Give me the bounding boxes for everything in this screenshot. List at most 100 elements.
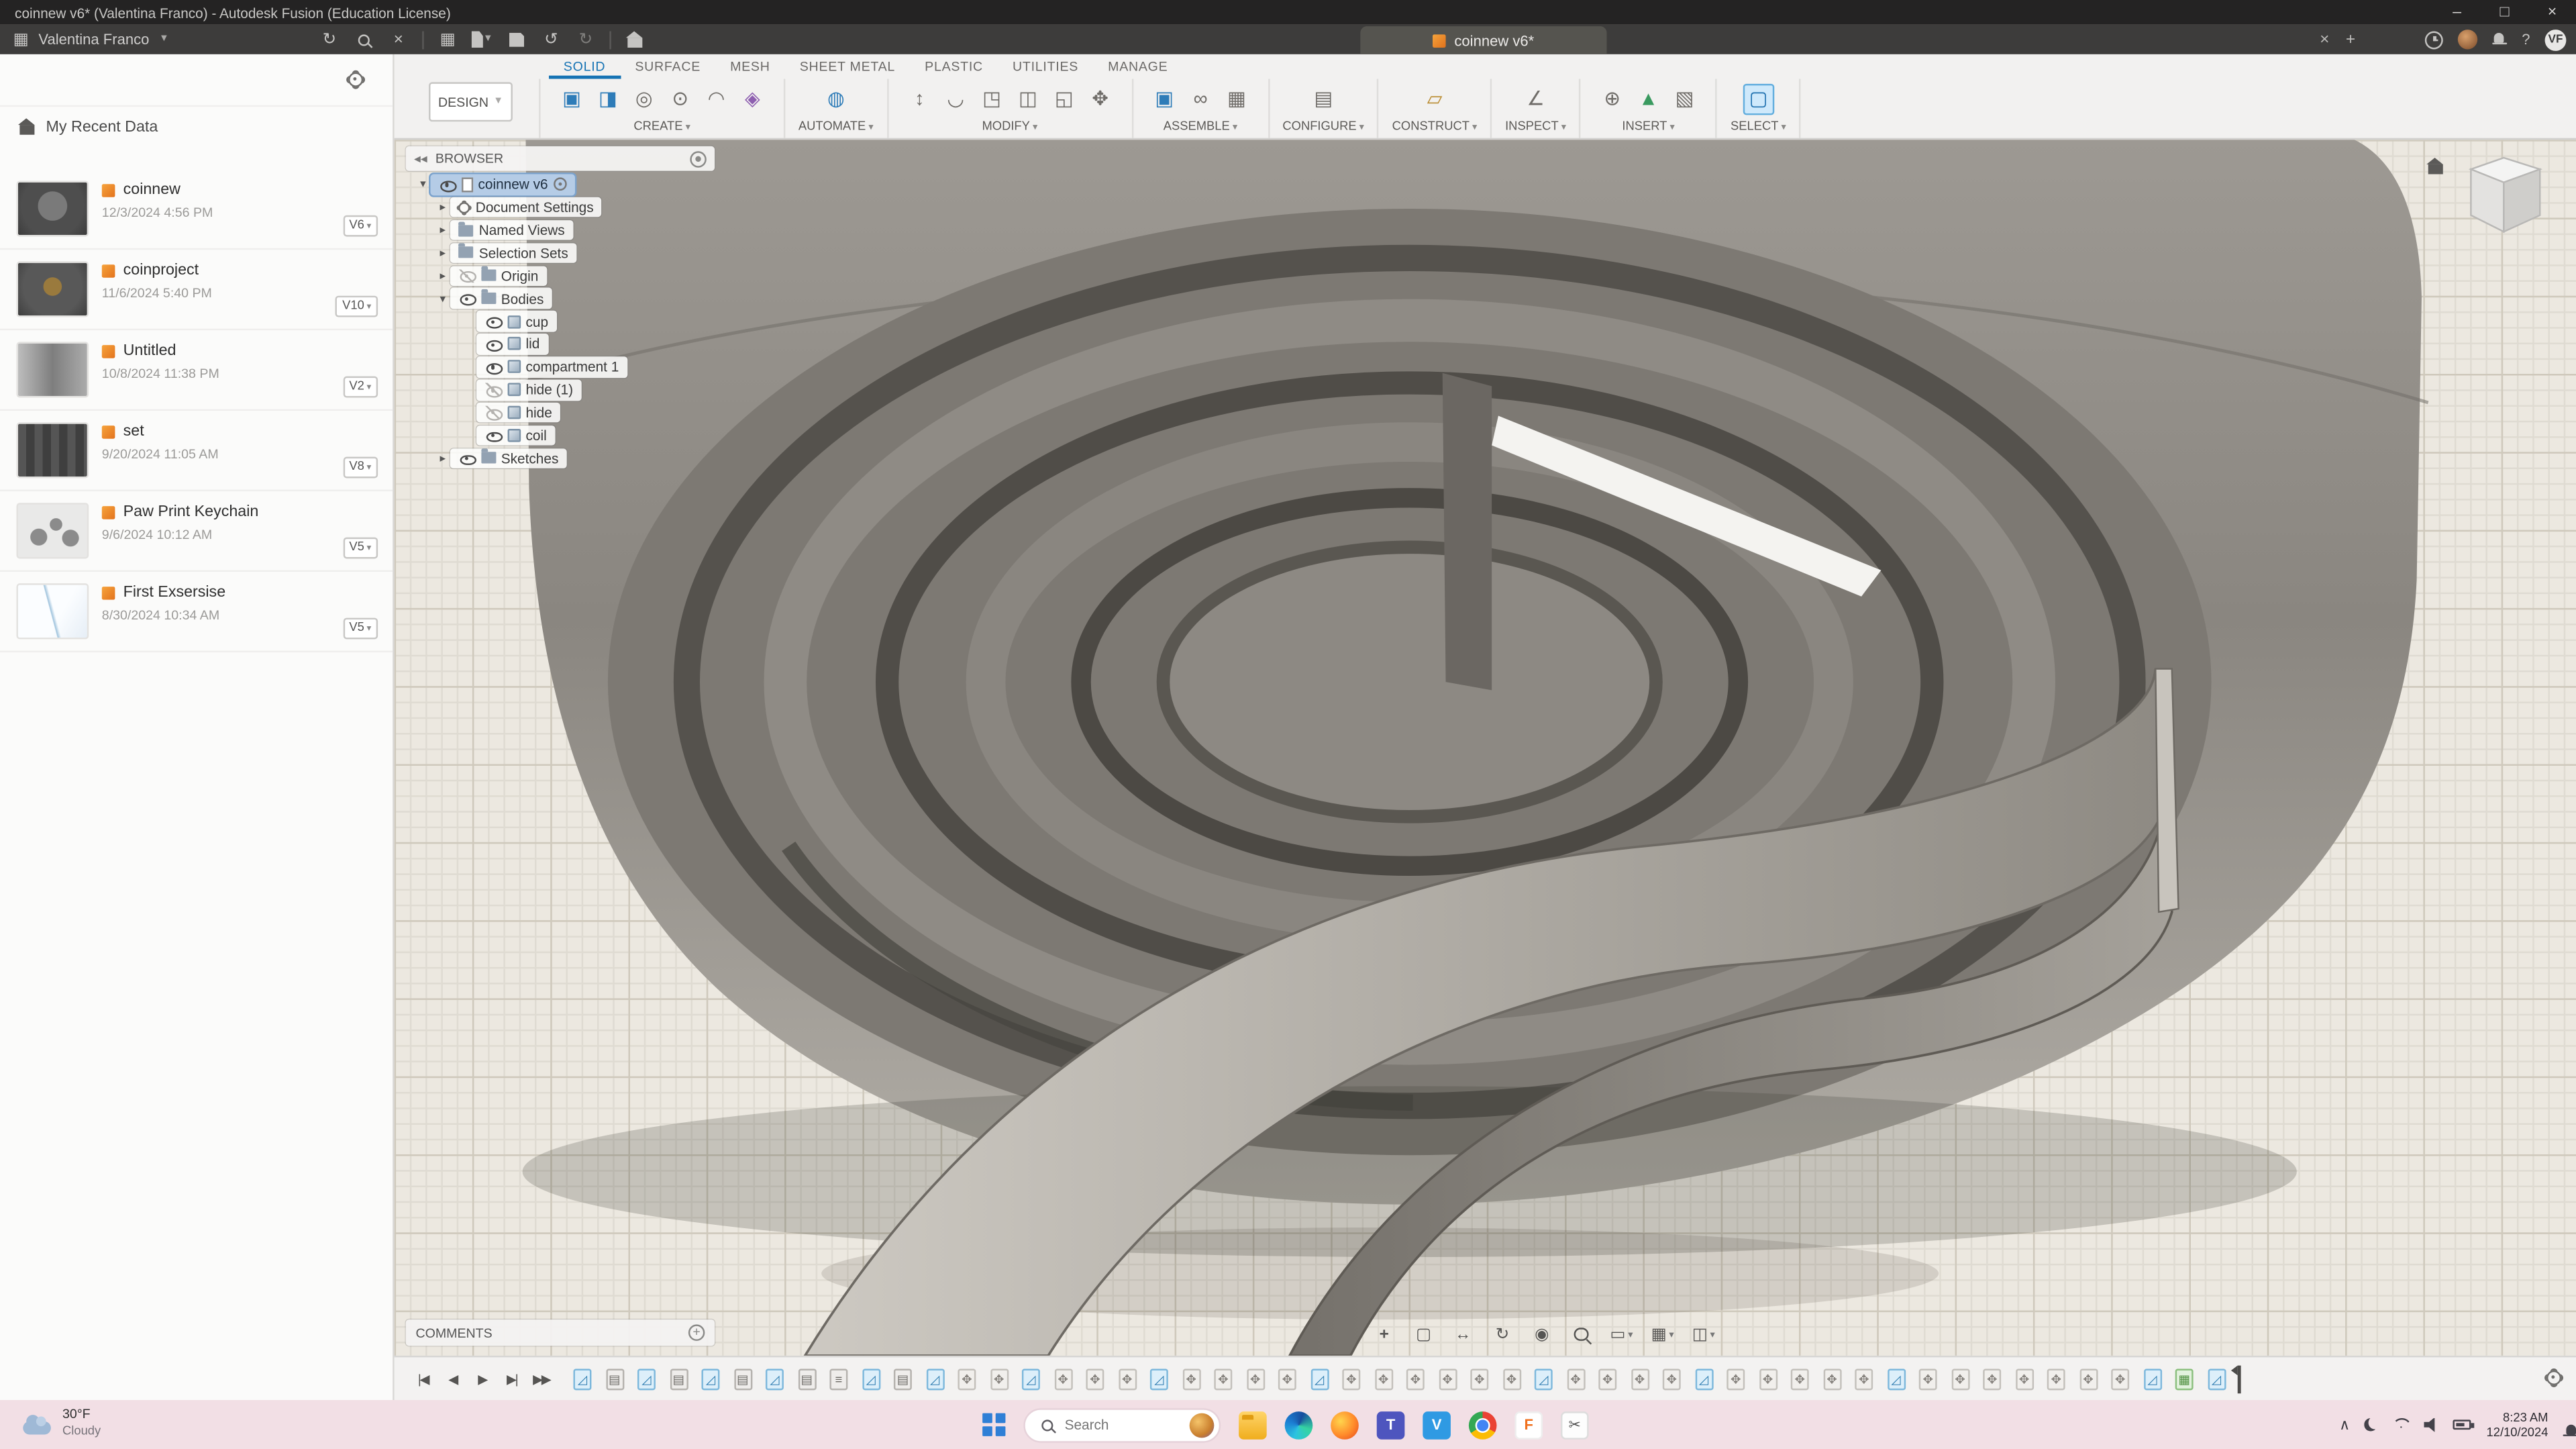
taskbar-app-icon[interactable]: [1561, 1411, 1589, 1439]
browser-row[interactable]: hide: [462, 403, 715, 423]
ribbon-tool-icon[interactable]: [593, 83, 624, 115]
timeline-feature-icon[interactable]: [1086, 1368, 1104, 1389]
browser-row[interactable]: lid: [462, 334, 715, 355]
show-data-panel-icon[interactable]: ▦: [437, 29, 458, 50]
timeline-feature-icon[interactable]: [1598, 1368, 1616, 1389]
timeline-feature-icon[interactable]: [1631, 1368, 1649, 1389]
taskbar-app-icon[interactable]: [1285, 1411, 1313, 1439]
close-button[interactable]: ×: [2528, 0, 2576, 25]
expand-arrow-icon[interactable]: [435, 201, 450, 214]
ribbon-tab[interactable]: MESH: [715, 56, 785, 79]
timeline-feature-icon[interactable]: [1535, 1368, 1553, 1389]
ribbon-tab[interactable]: SHEET METAL: [785, 56, 910, 79]
timeline-feature-icon[interactable]: [1374, 1368, 1392, 1389]
version-badge[interactable]: V8: [343, 456, 378, 478]
version-badge[interactable]: V5: [343, 536, 378, 558]
browser-row[interactable]: hide (1): [462, 380, 715, 401]
visibility-eye-icon[interactable]: [484, 383, 501, 397]
timeline-feature-icon[interactable]: [1214, 1368, 1232, 1389]
tray-chevron-icon[interactable]: ∧: [2339, 1415, 2350, 1434]
timeline-feature-icon[interactable]: [1502, 1368, 1521, 1389]
browser-row[interactable]: Selection Sets: [435, 243, 715, 264]
timeline-feature-icon[interactable]: [1470, 1368, 1488, 1389]
browser-options-icon[interactable]: ●: [690, 150, 706, 166]
taskbar-search[interactable]: [1023, 1407, 1221, 1442]
timeline-feature-icon[interactable]: [958, 1368, 976, 1389]
timeline-feature-icon[interactable]: [1150, 1368, 1168, 1389]
notifications-bell-icon[interactable]: [2492, 32, 2507, 47]
nav-tool-icon[interactable]: [1492, 1323, 1513, 1346]
ribbon-group-label[interactable]: ASSEMBLE: [1164, 118, 1237, 138]
data-panel-toggle-icon[interactable]: ▦: [13, 30, 29, 48]
playback-button[interactable]: [473, 1371, 491, 1386]
timeline-feature-icon[interactable]: [894, 1368, 912, 1389]
home-icon[interactable]: [624, 29, 646, 50]
nav-tool-icon[interactable]: [1571, 1323, 1592, 1346]
timeline-feature-icon[interactable]: [1759, 1368, 1777, 1389]
wifi-icon[interactable]: [2393, 1418, 2409, 1432]
ribbon-tool-icon[interactable]: [1084, 83, 1116, 115]
visibility-eye-icon[interactable]: [439, 178, 455, 191]
timeline-feature-icon[interactable]: [1054, 1368, 1072, 1389]
ribbon-tab[interactable]: PLASTIC: [910, 56, 998, 79]
ribbon-group-label[interactable]: MODIFY: [982, 118, 1037, 138]
search-highlight-image[interactable]: [1190, 1412, 1215, 1437]
ribbon-tool-icon[interactable]: [1013, 83, 1044, 115]
ribbon-group-label[interactable]: INSPECT: [1505, 118, 1566, 138]
timeline-feature-icon[interactable]: [1663, 1368, 1681, 1389]
battery-icon[interactable]: [2454, 1419, 2472, 1430]
expand-arrow-icon[interactable]: [435, 292, 450, 305]
expand-arrow-icon[interactable]: [435, 223, 450, 237]
ribbon-group-label[interactable]: CONSTRUCT: [1392, 118, 1478, 138]
visibility-eye-icon[interactable]: [484, 429, 501, 442]
timeline-feature-icon[interactable]: [1919, 1368, 1937, 1389]
ribbon-tab[interactable]: UTILITIES: [998, 56, 1093, 79]
ribbon-tool-icon[interactable]: [904, 83, 935, 115]
browser-row[interactable]: Bodies: [435, 289, 715, 309]
timeline-feature-icon[interactable]: [798, 1368, 816, 1389]
timeline-feature-icon[interactable]: [829, 1368, 847, 1389]
timeline-feature-icon[interactable]: [1278, 1368, 1296, 1389]
timeline-feature-icon[interactable]: [573, 1368, 591, 1389]
save-icon[interactable]: [506, 29, 527, 50]
visibility-eye-icon[interactable]: [484, 315, 501, 328]
visibility-eye-icon[interactable]: [484, 338, 501, 351]
visibility-eye-icon[interactable]: [458, 452, 474, 465]
ribbon-tab[interactable]: MANAGE: [1093, 56, 1182, 79]
timeline-feature-icon[interactable]: [1022, 1368, 1040, 1389]
nav-tool-icon[interactable]: [1374, 1323, 1395, 1346]
expand-arrow-icon[interactable]: [435, 246, 450, 260]
timeline-feature-icon[interactable]: [670, 1368, 688, 1389]
recent-file-card[interactable]: coinproject 11/6/2024 5:40 PM V10: [0, 250, 393, 330]
recent-file-card[interactable]: First Exsersise 8/30/2024 10:34 AM V5: [0, 572, 393, 652]
view-cube[interactable]: [2428, 153, 2550, 255]
version-badge[interactable]: V5: [343, 617, 378, 639]
timeline-feature-icon[interactable]: [1310, 1368, 1329, 1389]
nav-tool-icon[interactable]: [1651, 1323, 1674, 1346]
timeline-feature-icon[interactable]: [701, 1368, 719, 1389]
visibility-eye-icon[interactable]: [484, 406, 501, 419]
ribbon-tool-icon[interactable]: [1149, 83, 1180, 115]
visibility-eye-icon[interactable]: [458, 292, 474, 305]
new-tab-icon[interactable]: +: [2346, 30, 2355, 48]
job-status-icon[interactable]: [2425, 30, 2443, 48]
home-icon[interactable]: [19, 124, 34, 134]
timeline-feature-icon[interactable]: [637, 1368, 656, 1389]
collapse-panel-icon[interactable]: ◂◂: [414, 151, 427, 166]
comments-panel[interactable]: COMMENTS +: [406, 1319, 715, 1346]
browser-row[interactable]: Named Views: [435, 220, 715, 241]
version-badge[interactable]: V10: [336, 295, 378, 317]
browser-row[interactable]: Sketches: [435, 448, 715, 469]
account-badge[interactable]: VF: [2545, 29, 2567, 50]
timeline-feature-icon[interactable]: [1439, 1368, 1457, 1389]
taskbar-clock[interactable]: 8:23 AM 12/10/2024: [2487, 1409, 2548, 1441]
timeline-feature-icon[interactable]: [1887, 1368, 1905, 1389]
view-cube-graphic[interactable]: [2428, 153, 2550, 255]
timeline-feature-icon[interactable]: [1342, 1368, 1360, 1389]
file-menu-icon[interactable]: ▼: [472, 29, 493, 50]
ribbon-tool-icon[interactable]: [629, 83, 660, 115]
model-spiral-center[interactable]: [1163, 547, 1656, 817]
browser-row[interactable]: coil: [462, 426, 715, 446]
ribbon-tool-icon[interactable]: [664, 83, 696, 115]
expand-arrow-icon[interactable]: [435, 269, 450, 283]
